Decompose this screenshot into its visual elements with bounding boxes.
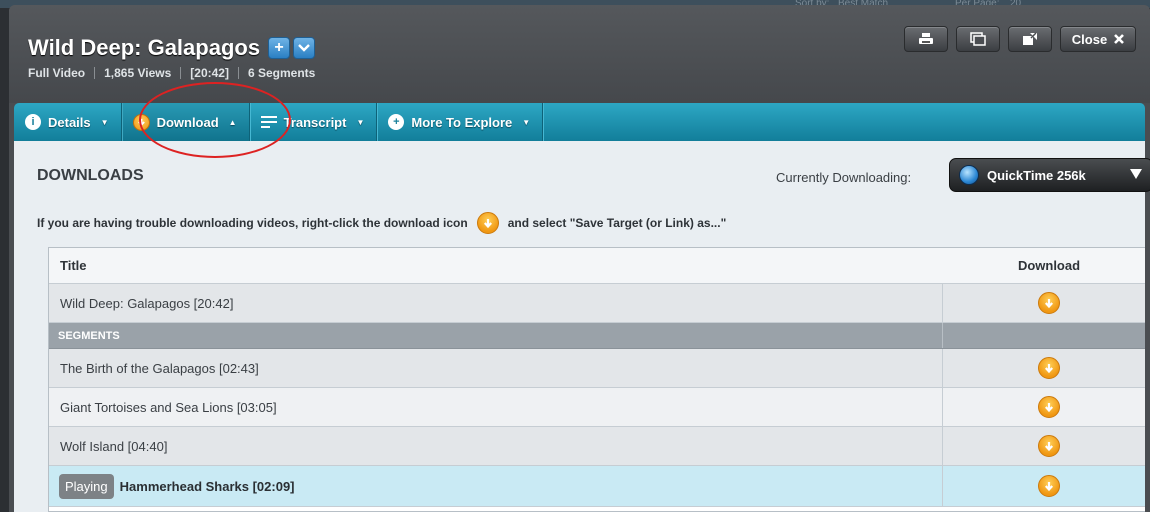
row-title: Wild Deep: Galapagos [20:42]: [49, 284, 943, 322]
chevron-down-icon: ▼: [522, 117, 531, 127]
tab-download[interactable]: Download ▲: [121, 103, 250, 141]
video-meta: Full Video 1,865 Views [20:42] 6 Segment…: [28, 66, 315, 80]
title-row: Wild Deep: Galapagos +: [28, 35, 316, 61]
add-to-playlist-button[interactable]: +: [268, 37, 291, 59]
modal-header: Wild Deep: Galapagos + Full Video 1,865 …: [9, 5, 1150, 103]
quality-select[interactable]: QuickTime 256k: [949, 158, 1150, 192]
tab-label: Transcript: [283, 114, 347, 130]
chevron-down-icon: [298, 44, 310, 52]
print-icon: [919, 33, 933, 44]
section-label: SEGMENTS: [49, 323, 943, 348]
row-download-cell: [943, 466, 1145, 506]
close-icon: [1114, 34, 1125, 44]
download-icon: [1044, 481, 1054, 491]
download-button[interactable]: [1038, 357, 1060, 379]
table-row: The Birth of the Galapagos [02:43]: [49, 349, 1145, 388]
currently-downloading-label: Currently Downloading:: [776, 170, 912, 185]
close-label: Close: [1071, 31, 1108, 47]
options-dropdown-button[interactable]: [293, 37, 316, 59]
video-type: Full Video: [28, 66, 86, 80]
view-count: 1,865 Views: [104, 66, 172, 80]
tab-label: Details: [48, 114, 91, 130]
tab-label: More To Explore: [411, 114, 513, 130]
downloads-panel: DOWNLOADS Currently Downloading: QuickTi…: [14, 141, 1150, 512]
download-button[interactable]: [1038, 435, 1060, 457]
row-title: Wolf Island [04:40]: [49, 427, 943, 465]
segments-section-header: SEGMENTS: [49, 323, 1145, 349]
table-row: Giant Tortoises and Sea Lions [03:05]: [49, 388, 1145, 427]
row-title: The Birth of the Galapagos [02:43]: [49, 349, 943, 387]
playing-badge: Playing: [59, 473, 114, 499]
help-text-before: If you are having trouble downloading vi…: [37, 216, 468, 230]
download-icon: [1044, 298, 1054, 308]
chevron-down-icon: ▼: [100, 117, 109, 127]
video-duration: [20:42]: [190, 66, 229, 80]
close-button[interactable]: Close: [1060, 26, 1136, 52]
download-icon: [1044, 441, 1054, 451]
video-modal: Wild Deep: Galapagos + Full Video 1,865 …: [9, 5, 1150, 512]
video-title: Wild Deep: Galapagos: [28, 35, 261, 60]
quicktime-icon: [959, 165, 979, 185]
download-button[interactable]: [1038, 396, 1060, 418]
download-icon: [476, 212, 499, 234]
row-title-cell: Playing Hammerhead Sharks [02:09]: [49, 466, 943, 506]
column-title: Title: [60, 258, 87, 273]
download-help-text: If you are having trouble downloading vi…: [37, 212, 726, 234]
chevron-up-icon: ▲: [228, 117, 237, 127]
info-icon: i: [25, 114, 41, 130]
plus-circle-icon: +: [388, 114, 405, 130]
tab-more-to-explore[interactable]: + More To Explore ▼: [377, 103, 544, 141]
row-download-cell: [943, 427, 1145, 465]
download-button[interactable]: [1038, 475, 1060, 497]
column-download: Download: [1017, 258, 1081, 273]
resize-window-button[interactable]: [956, 26, 1000, 52]
downloads-table: Title Download Wild Deep: Galapagos [20:…: [48, 247, 1145, 512]
row-download-cell: [943, 388, 1145, 426]
chevron-down-icon: ▼: [356, 117, 365, 127]
downloads-heading: DOWNLOADS: [37, 167, 144, 184]
meta-divider: [180, 67, 182, 79]
help-text-after: and select "Save Target (or Link) as...": [507, 216, 727, 230]
segment-count: 6 Segments: [247, 66, 316, 80]
download-button[interactable]: [1038, 292, 1060, 314]
table-header: Title Download: [49, 248, 1145, 284]
row-download-cell: [943, 349, 1145, 387]
row-title: Hammerhead Sharks [02:09]: [119, 478, 295, 494]
transcript-icon: [260, 116, 277, 128]
row-title: Giant Tortoises and Sea Lions [03:05]: [49, 388, 943, 426]
quality-value: QuickTime 256k: [987, 167, 1086, 183]
pop-out-button[interactable]: [1008, 26, 1052, 52]
table-row: Wild Deep: Galapagos [20:42]: [49, 284, 1145, 323]
table-row-playing: Playing Hammerhead Sharks [02:09]: [49, 466, 1145, 507]
meta-divider: [94, 67, 96, 79]
window-icon: [970, 32, 986, 46]
tab-bar: i Details ▼ Download ▲ Transcript ▼ + Mo…: [14, 103, 1145, 141]
row-download-cell: [943, 284, 1145, 322]
download-icon: [1044, 363, 1054, 373]
tab-transcript[interactable]: Transcript ▼: [250, 103, 378, 141]
download-icon: [1044, 402, 1054, 412]
window-buttons: Close: [904, 26, 1136, 52]
tab-label: Download: [156, 114, 219, 130]
table-row: Wolf Island [04:40]: [49, 427, 1145, 466]
plus-icon: +: [274, 39, 284, 56]
download-icon: [132, 113, 150, 131]
external-link-icon: [1023, 32, 1037, 45]
tab-details[interactable]: i Details ▼: [14, 103, 122, 141]
print-button[interactable]: [904, 26, 948, 52]
dropdown-arrow-icon: [1130, 169, 1142, 179]
meta-divider: [237, 67, 239, 79]
